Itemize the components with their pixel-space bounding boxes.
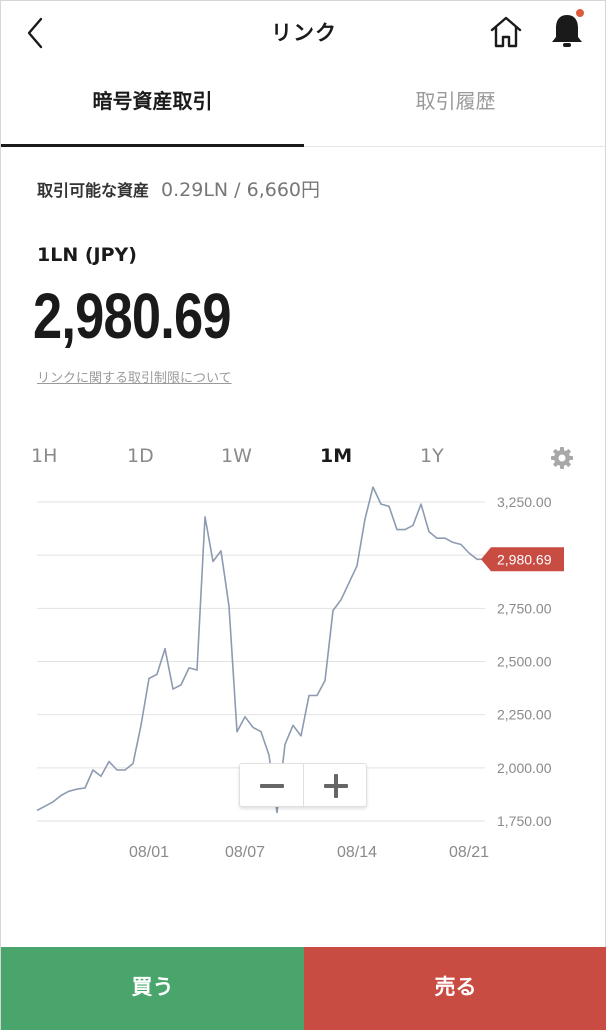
y-tick-label: 2,750.00 bbox=[497, 600, 552, 616]
tradable-assets: 取引可能な資産 0.29LN / 6,660円 bbox=[37, 175, 320, 202]
minus-icon bbox=[260, 784, 284, 788]
zoom-out-button[interactable] bbox=[240, 764, 304, 808]
tab-bar: 暗号資産取引 取引履歴 bbox=[1, 63, 606, 147]
x-tick-label: 08/14 bbox=[337, 844, 377, 861]
buy-button[interactable]: 買う bbox=[1, 947, 304, 1030]
plus-icon bbox=[324, 774, 348, 798]
x-tick-label: 08/07 bbox=[225, 844, 265, 861]
range-1d[interactable]: 1D bbox=[127, 445, 154, 467]
home-button[interactable] bbox=[487, 13, 525, 51]
zoom-in-button[interactable] bbox=[304, 764, 368, 808]
trade-limit-link[interactable]: リンクに関する取引制限について bbox=[37, 367, 232, 386]
y-tick-label: 1,750.00 bbox=[497, 813, 552, 829]
range-1y[interactable]: 1Y bbox=[420, 445, 444, 467]
range-1m[interactable]: 1M bbox=[320, 445, 352, 467]
current-price-tag-label: 2,980.69 bbox=[497, 551, 552, 567]
y-tick-label: 2,000.00 bbox=[497, 760, 552, 776]
x-tick-label: 08/01 bbox=[129, 844, 169, 861]
price-chart[interactable]: 3,250.003,000.002,750.002,500.002,250.00… bbox=[1, 481, 606, 881]
chart-settings-button[interactable] bbox=[549, 445, 575, 471]
zoom-control bbox=[239, 763, 368, 808]
y-axis: 3,250.003,000.002,750.002,500.002,250.00… bbox=[497, 494, 552, 829]
range-1h[interactable]: 1H bbox=[31, 445, 57, 467]
y-tick-label: 3,250.00 bbox=[497, 494, 552, 510]
home-icon bbox=[490, 16, 522, 48]
current-price: 2,980.69 bbox=[33, 280, 232, 352]
sell-button[interactable]: 売る bbox=[304, 947, 606, 1030]
current-price-tag: 2,980.69 bbox=[481, 547, 564, 572]
range-1w[interactable]: 1W bbox=[221, 445, 252, 467]
tradable-assets-value: 0.29LN / 6,660円 bbox=[161, 179, 320, 201]
tab-crypto-trade[interactable]: 暗号資産取引 bbox=[1, 63, 304, 147]
notification-dot bbox=[576, 9, 584, 17]
header: リンク bbox=[1, 1, 606, 63]
x-axis: 08/01 08/07 08/14 08/21 bbox=[129, 844, 489, 861]
y-tick-label: 2,500.00 bbox=[497, 654, 552, 670]
app-frame: リンク 暗号資産取引 取引履歴 取引可能な資産 0.29LN / 6,660円 1… bbox=[0, 0, 606, 1030]
currency-pair: 1LN (JPY) bbox=[37, 244, 137, 266]
range-selector: 1H 1D 1W 1M 1Y bbox=[1, 445, 606, 475]
y-tick-label: 2,250.00 bbox=[497, 707, 552, 723]
tradable-assets-label: 取引可能な資産 bbox=[37, 181, 150, 200]
tab-trade-history[interactable]: 取引履歴 bbox=[304, 63, 606, 147]
x-tick-label: 08/21 bbox=[449, 844, 489, 861]
gear-icon bbox=[551, 447, 573, 469]
